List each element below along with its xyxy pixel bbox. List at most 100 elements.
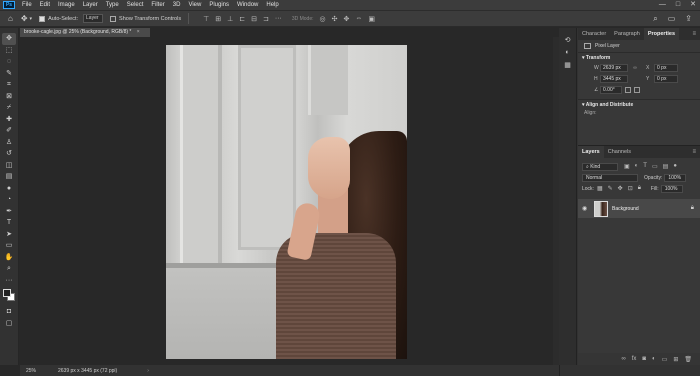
menu-type[interactable]: Type: [102, 0, 123, 10]
trash-icon[interactable]: 🗑︎: [684, 356, 692, 363]
orbit-icon[interactable]: ◎: [320, 15, 326, 23]
fill-field[interactable]: 100%: [660, 184, 683, 193]
zoom-tool-icon[interactable]: ⌕: [2, 263, 16, 275]
share-icon[interactable]: ⇪: [685, 14, 692, 24]
home-icon[interactable]: ⌂: [8, 14, 13, 23]
history-icon[interactable]: ⟲: [565, 36, 571, 44]
workspace-icon[interactable]: ▭: [668, 14, 676, 24]
transform-controls-checkbox[interactable]: [110, 15, 117, 22]
align-right-icon[interactable]: ⊐: [263, 15, 269, 23]
history-brush-tool-icon[interactable]: ↺: [2, 148, 16, 160]
lock-position-icon[interactable]: ✥: [618, 185, 623, 192]
align-top-icon[interactable]: ⊤: [203, 15, 209, 23]
panel-menu-icon[interactable]: ≡: [692, 28, 700, 40]
adjustment-layer-icon[interactable]: ◐: [652, 356, 656, 362]
align-section-header[interactable]: ▾ Align and Distribute: [578, 99, 700, 109]
layer-row-background[interactable]: ◉ Background 🔒︎: [578, 199, 700, 218]
align-left-icon[interactable]: ⊏: [239, 15, 245, 23]
menu-select[interactable]: Select: [123, 0, 148, 10]
move-icon[interactable]: ✥: [21, 14, 28, 23]
menu-plugins[interactable]: Plugins: [205, 0, 233, 10]
new-layer-icon[interactable]: ⊞: [673, 356, 678, 363]
align-center-icon[interactable]: ⊟: [251, 15, 257, 23]
width-field[interactable]: 2639 px: [600, 63, 628, 72]
eraser-tool-icon[interactable]: ◫: [2, 160, 16, 172]
align-middle-icon[interactable]: ⊞: [215, 15, 221, 23]
more-tools-icon[interactable]: ···: [2, 275, 16, 287]
auto-select-checkbox[interactable]: [39, 15, 46, 22]
lock-all-icon[interactable]: 🔒︎: [638, 185, 641, 192]
menu-file[interactable]: File: [18, 0, 36, 10]
document-tab[interactable]: brooke-cagle.jpg @ 25% (Background, RGB/…: [20, 28, 150, 37]
blend-mode-dropdown[interactable]: Normal: [582, 173, 638, 182]
lock-artboard-icon[interactable]: ⊡: [628, 185, 633, 192]
tab-layers[interactable]: Layers: [578, 146, 604, 158]
rectangle-tool-icon[interactable]: ▭: [2, 240, 16, 252]
visibility-eye-icon[interactable]: ◉: [582, 205, 594, 212]
menu-edit[interactable]: Edit: [36, 0, 54, 10]
healing-brush-tool-icon[interactable]: ✚: [2, 114, 16, 126]
chevron-down-icon[interactable]: ▾: [30, 16, 33, 22]
filter-shape-icon[interactable]: ▭: [652, 163, 658, 170]
dodge-tool-icon[interactable]: ◔: [2, 194, 16, 206]
status-menu-icon[interactable]: ›: [147, 368, 149, 374]
path-select-tool-icon[interactable]: ➤: [2, 229, 16, 241]
tab-character[interactable]: Character: [578, 28, 610, 40]
filter-type-icon[interactable]: T: [643, 163, 647, 170]
zoom-level[interactable]: 25%: [20, 368, 50, 374]
blur-tool-icon[interactable]: ●: [2, 183, 16, 195]
add-mask-icon[interactable]: ◙: [642, 356, 646, 362]
canvas-area[interactable]: [20, 37, 553, 365]
opacity-field[interactable]: 100%: [664, 173, 687, 182]
menu-3d[interactable]: 3D: [169, 0, 185, 10]
tab-channels[interactable]: Channels: [604, 146, 635, 158]
slide-icon[interactable]: ⇔: [355, 15, 362, 23]
menu-help[interactable]: Help: [262, 0, 282, 10]
clone-stamp-tool-icon[interactable]: ♙: [2, 137, 16, 149]
libraries-icon[interactable]: ▦: [564, 61, 571, 69]
hand-tool-icon[interactable]: ✋: [2, 252, 16, 264]
x-field[interactable]: 0 px: [654, 63, 678, 72]
y-field[interactable]: 0 px: [654, 74, 678, 83]
marquee-tool-icon[interactable]: ⬚: [2, 45, 16, 57]
close-tab-icon[interactable]: ×: [137, 29, 140, 35]
eyedropper-tool-icon[interactable]: ⌿: [2, 102, 16, 114]
maximize-button[interactable]: □: [676, 0, 680, 10]
layer-kind-dropdown[interactable]: ⌕ Kind: [582, 162, 618, 171]
camera-icon[interactable]: ▣: [368, 15, 375, 23]
close-button[interactable]: ✕: [690, 0, 696, 10]
link-layers-icon[interactable]: ∞: [621, 356, 625, 362]
drag-icon[interactable]: ✥: [343, 15, 349, 23]
frame-tool-icon[interactable]: ⊠: [2, 91, 16, 103]
menu-image[interactable]: Image: [54, 0, 79, 10]
angle-field[interactable]: 0.00°: [600, 85, 622, 94]
more-icon[interactable]: ···: [275, 15, 282, 23]
group-icon[interactable]: ▭: [662, 356, 668, 363]
roll-icon[interactable]: ✣: [332, 15, 338, 23]
link-icon[interactable]: ∞: [628, 65, 642, 71]
flip-horizontal-icon[interactable]: [625, 86, 631, 93]
filter-pixel-icon[interactable]: ▣: [624, 163, 630, 170]
brush-tool-icon[interactable]: ✐: [2, 125, 16, 137]
transform-section-header[interactable]: ▾ Transform: [578, 52, 700, 62]
tab-properties[interactable]: Properties: [643, 28, 680, 40]
move-tool-icon[interactable]: ✥: [2, 33, 16, 45]
filter-toggle-icon[interactable]: ●: [673, 163, 677, 170]
fx-icon[interactable]: fx: [632, 356, 637, 362]
menu-window[interactable]: Window: [233, 0, 262, 10]
tab-paragraph[interactable]: Paragraph: [610, 28, 644, 40]
quick-mask-icon[interactable]: ◘: [2, 306, 16, 318]
lasso-tool-icon[interactable]: ◌: [2, 56, 16, 68]
pen-tool-icon[interactable]: ✒: [2, 206, 16, 218]
search-icon[interactable]: ⌕: [653, 14, 657, 24]
color-swatches[interactable]: [2, 288, 16, 302]
auto-select-dropdown[interactable]: Layer: [83, 14, 104, 23]
menu-filter[interactable]: Filter: [147, 0, 168, 10]
minimize-button[interactable]: —: [659, 0, 666, 10]
panel-menu-icon[interactable]: ≡: [692, 146, 700, 158]
foreground-color-swatch[interactable]: [3, 289, 11, 297]
lock-image-icon[interactable]: ✎: [608, 185, 613, 192]
filter-adjust-icon[interactable]: ◐: [635, 163, 639, 170]
quick-select-tool-icon[interactable]: ✎: [2, 68, 16, 80]
document-image[interactable]: [166, 45, 407, 359]
